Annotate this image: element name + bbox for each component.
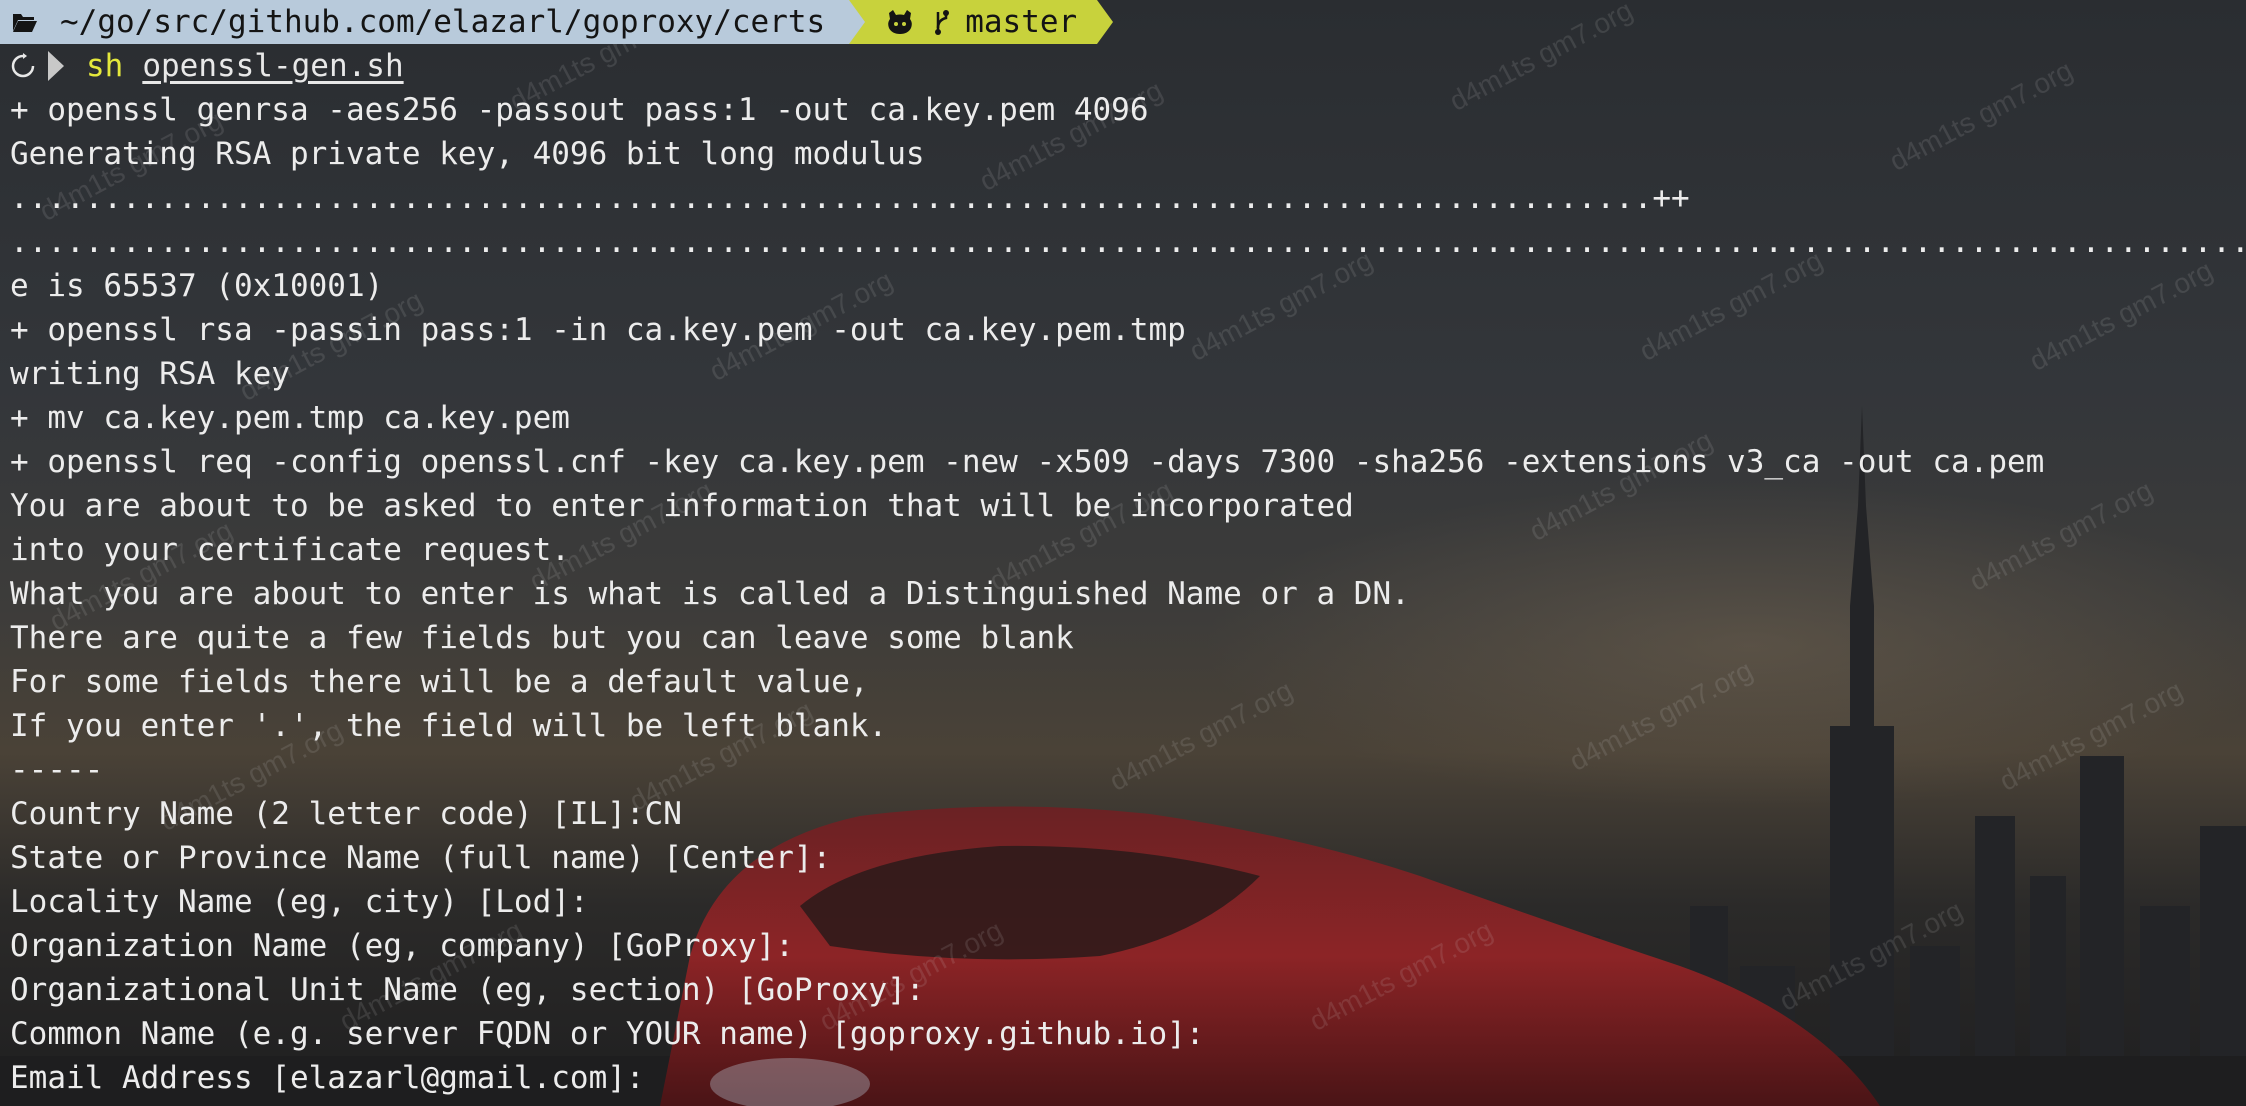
output-line: + openssl rsa -passin pass:1 -in ca.key.…: [10, 312, 1186, 348]
prompt-git-segment: master: [865, 0, 1098, 44]
output-line: What you are about to enter is what is c…: [10, 576, 1410, 612]
output-line: ........................................…: [10, 180, 1690, 216]
refresh-icon: [11, 53, 35, 78]
output-line: Country Name (2 letter code) [IL]:CN: [10, 796, 682, 832]
output-line: writing RSA key: [10, 356, 290, 392]
prompt-path-segment: ~/go/src/github.com/elazarl/goproxy/cert…: [0, 0, 850, 44]
prompt-separator: [849, 0, 866, 44]
output-line: There are quite a few fields but you can…: [10, 620, 1074, 656]
output-line: ........................................…: [10, 224, 2246, 260]
prompt-end-arrow: [1097, 0, 1114, 44]
output-line: + openssl req -config openssl.cnf -key c…: [10, 444, 2045, 480]
output-line: -----: [10, 752, 104, 788]
git-branch-name: master: [965, 4, 1078, 40]
git-branch-icon: [935, 10, 950, 35]
prompt-path: ~/go/src/github.com/elazarl/goproxy/cert…: [60, 4, 826, 40]
folder-open-icon: [13, 14, 37, 32]
output-line: e is 65537 (0x10001): [10, 268, 384, 304]
output-line: Generating RSA private key, 4096 bit lon…: [10, 136, 925, 172]
command-line: sh openssl-gen.sh: [10, 44, 404, 88]
github-octocat-icon: [888, 10, 913, 34]
output-line: Organization Name (eg, company) [GoProxy…: [10, 928, 794, 964]
output-line: Common Name (e.g. server FQDN or YOUR na…: [10, 1016, 1205, 1052]
output-line: + mv ca.key.pem.tmp ca.key.pem: [10, 400, 570, 436]
output-line: into your certificate request.: [10, 532, 570, 568]
output-line: State or Province Name (full name) [Cent…: [10, 840, 832, 876]
output-line: + openssl genrsa -aes256 -passout pass:1…: [10, 92, 1149, 128]
output-line: Organizational Unit Name (eg, section) […: [10, 972, 925, 1008]
output-line: If you enter '.', the field will be left…: [10, 708, 888, 744]
command-argument[interactable]: openssl-gen.sh: [142, 48, 403, 84]
command-name: sh: [86, 48, 124, 84]
output-line: You are about to be asked to enter infor…: [10, 488, 1354, 524]
output-line: Email Address [elazarl@gmail.com]:: [10, 1060, 645, 1096]
prompt-chevron-icon: [48, 51, 64, 81]
output-line: For some fields there will be a default …: [10, 664, 869, 700]
terminal-output: + openssl genrsa -aes256 -passout pass:1…: [10, 88, 2246, 1100]
shell-prompt: ~/go/src/github.com/elazarl/goproxy/cert…: [0, 0, 1114, 44]
output-line: Locality Name (eg, city) [Lod]:: [10, 884, 589, 920]
